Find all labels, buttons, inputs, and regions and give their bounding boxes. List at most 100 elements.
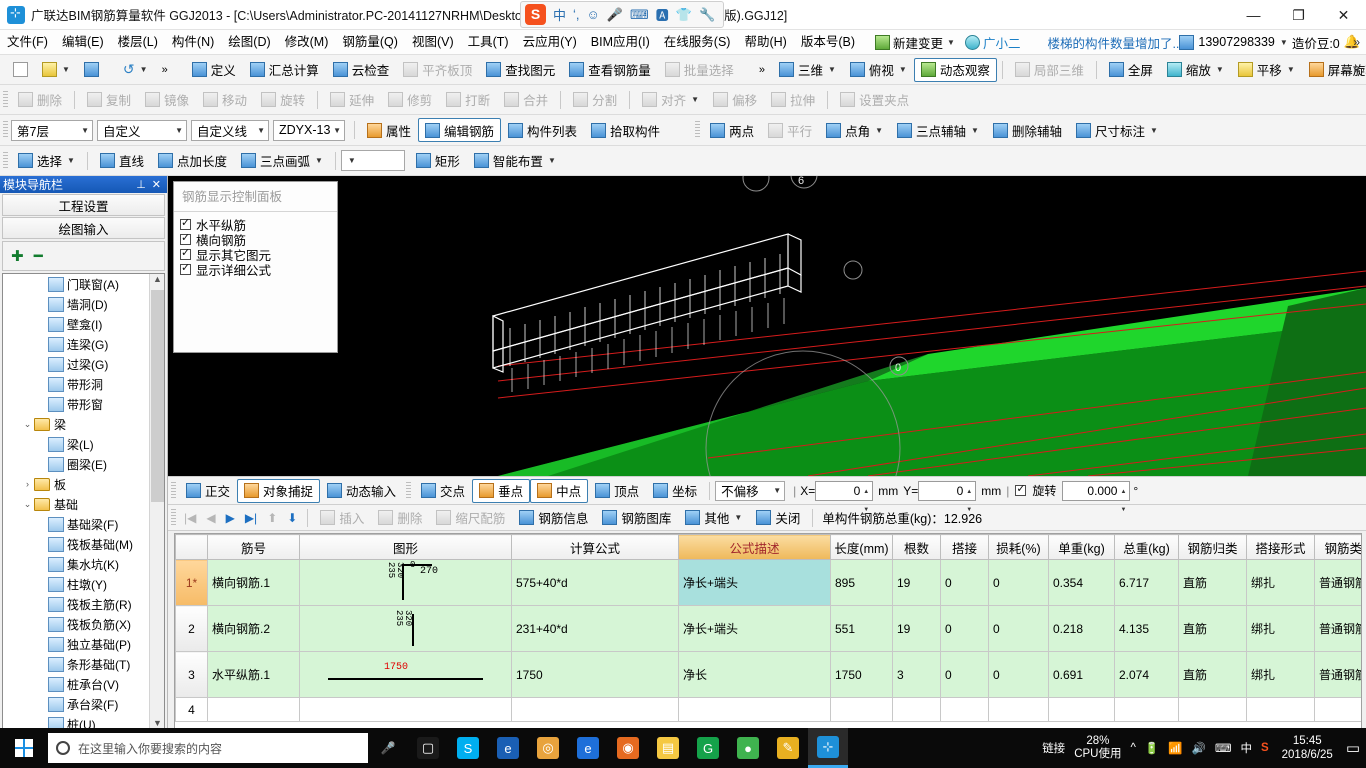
- 3d-viewport[interactable]: 6 0 钢筋显示控制面板 水平纵筋横向钢筋显示其它图元显示详细公式: [168, 176, 1366, 476]
- grid-nav-2[interactable]: ▶: [221, 511, 240, 525]
- menu-item-e7bc96e8be91(e)[interactable]: 编辑(E): [55, 30, 111, 55]
- cell-description[interactable]: [678, 697, 831, 722]
- sidebar-button-drawing-input[interactable]: 绘图输入: [2, 217, 165, 239]
- table-row[interactable]: 3 水平纵筋.1 1750 1750 净长 1750 3 0 0 0.691 2.074 直筋 绑扎 普通…: [175, 651, 1361, 698]
- view-item-e7bca9e694be[interactable]: 缩放 ▼: [1160, 58, 1231, 82]
- cell-category[interactable]: 直筋: [1178, 651, 1247, 698]
- snap-item-e59e82e782b9[interactable]: 垂点: [472, 478, 531, 503]
- toolbar-item-e4ba91e6a380e69fa5[interactable]: 云检查: [326, 58, 397, 82]
- ime-skin-icon[interactable]: 👕: [676, 7, 692, 23]
- battery-icon[interactable]: 🔋: [1145, 741, 1159, 755]
- chevron-down-icon[interactable]: ▼: [691, 95, 699, 104]
- table-header-item-e690ade68ea5[interactable]: 搭接: [940, 534, 989, 560]
- tree-scrollbar[interactable]: ▲ ▼: [149, 274, 164, 733]
- cpu-usage-indicator[interactable]: 28% CPU使用: [1074, 735, 1121, 761]
- taskbar-notes-icon[interactable]: ✎: [768, 728, 808, 768]
- cell-category[interactable]: 直筋: [1178, 559, 1247, 606]
- menu-item-e59ca8e7babfe69c8de58aa1(s)[interactable]: 在线服务(S): [657, 30, 738, 55]
- cell-total-weight[interactable]: [1114, 697, 1179, 722]
- table-row[interactable]: 4: [175, 697, 1361, 722]
- menu-item-e5b7a5e585b7(t)[interactable]: 工具(T): [461, 30, 516, 55]
- cell-lap-form[interactable]: 绑扎: [1246, 559, 1315, 606]
- menu-overflow-button[interactable]: »: [1353, 35, 1360, 49]
- chevron-down-icon[interactable]: ▼: [348, 156, 356, 165]
- close-button[interactable]: ✕: [1321, 0, 1366, 30]
- tree-item-item-e6a281[interactable]: ⌄ 梁: [3, 414, 149, 434]
- axis-item-e4b8a4e782b9[interactable]: 两点: [703, 118, 761, 142]
- chevron-down-icon[interactable]: ▼: [140, 65, 148, 74]
- menu-item-e69e84e4bbb6(n)[interactable]: 构件(N): [165, 30, 221, 55]
- tree-item-item-e5a381e9be9b(i)[interactable]: 壁龛(I): [3, 314, 149, 334]
- taskbar-explorer-icon[interactable]: ▤: [648, 728, 688, 768]
- table-header-item-e6a0b9e695b0[interactable]: 根数: [892, 534, 941, 560]
- axis-item-e5b9b3e8a18c[interactable]: 平行: [761, 118, 819, 142]
- menu-item-bime5ba94e794a8(i)[interactable]: BIM应用(I): [584, 30, 657, 55]
- table-header-item-e7ad8be58fb7[interactable]: 筋号: [207, 534, 300, 560]
- cell-category[interactable]: [1178, 697, 1247, 722]
- toolbar-item-e6b187e680bbe8aea1e7ae97[interactable]: 汇总计算: [243, 58, 326, 82]
- grid-item-e7bca9e5b0bae9858de7ad8b[interactable]: 缩尺配筋: [429, 506, 512, 530]
- tree-item-item-e7ad8fe69dbfe4b8bbe7ad8b(r)[interactable]: 筏板主筋(R): [3, 594, 149, 614]
- cell-rebar-type[interactable]: 普通钢筋: [1314, 605, 1361, 652]
- arc-style-selector[interactable]: ▼: [340, 150, 405, 171]
- tree-item-item-e6a281(l)[interactable]: 梁(L): [3, 434, 149, 454]
- chevron-down-icon[interactable]: ▼: [875, 126, 883, 135]
- new-file-button[interactable]: [6, 58, 35, 82]
- cell-shape[interactable]: [299, 697, 512, 722]
- cell-length[interactable]: 1750: [830, 651, 893, 698]
- taskbar-edge-icon[interactable]: e: [568, 728, 608, 768]
- taskbar-edge-legacy-icon[interactable]: e: [488, 728, 528, 768]
- tray-expand-icon[interactable]: ^: [1130, 742, 1135, 754]
- offset-mode-selector[interactable]: 不偏移 ▼: [715, 480, 786, 501]
- taskbar-skype-icon[interactable]: S: [448, 728, 488, 768]
- toolbar-item-e5ae9ae4b989[interactable]: 定义: [185, 58, 243, 82]
- chevron-down-icon[interactable]: ▼: [175, 126, 183, 135]
- scrollbar-thumb[interactable]: [151, 290, 164, 502]
- cell-count[interactable]: [892, 697, 941, 722]
- tree-item-item-e69da1e5bda2e59fbae7a180(t)[interactable]: 条形基础(T): [3, 654, 149, 674]
- draw-item-e79fa9e5bda2[interactable]: 矩形: [409, 149, 467, 173]
- cell-loss[interactable]: 0: [988, 559, 1049, 606]
- cell-total-weight[interactable]: 6.717: [1114, 559, 1179, 606]
- rotate-checkbox[interactable]: [1015, 482, 1027, 496]
- cell-rebar-type[interactable]: 普通钢筋: [1314, 651, 1361, 698]
- chevron-down-icon[interactable]: ▼: [62, 65, 70, 74]
- chevron-down-icon[interactable]: ▼: [257, 126, 265, 135]
- edit-item-e8aebee7bdaee5a4b9e782b9[interactable]: 设置夹点: [833, 88, 916, 112]
- pin-icon[interactable]: ⊥: [136, 178, 146, 191]
- tree-item-item-e5a299e6b49e(d)[interactable]: 墙洞(D): [3, 294, 149, 314]
- comp-item-e7bc96e8be91e992a2e7ad8b[interactable]: 编辑钢筋: [418, 118, 502, 142]
- comp-item-e68bbee58f96e69e84e4bbb6[interactable]: 拾取构件: [584, 118, 667, 142]
- keyboard-icon[interactable]: ⌨: [1215, 741, 1232, 755]
- ime-punctuation-icon[interactable]: ʻ,: [573, 7, 580, 22]
- row-number-cell[interactable]: 2: [175, 605, 208, 652]
- assistant-button[interactable]: 广小二: [960, 33, 1026, 52]
- axis-item-e4b889e782b9e8be85e8bdb4[interactable]: 三点辅轴 ▼: [890, 118, 986, 142]
- ime-emoji-icon[interactable]: ☺: [587, 7, 600, 22]
- table-header-item-e680bbe9878d(kg)[interactable]: 总重(kg): [1114, 534, 1179, 560]
- draw-item-e79bb4e7babf[interactable]: 直线: [93, 149, 151, 173]
- toolbar-grip[interactable]: [3, 90, 8, 109]
- cell-loss[interactable]: [988, 697, 1049, 722]
- tree-item-item-e7ad8fe69dbfe8b49fe7ad8b(x)[interactable]: 筏板负筋(X): [3, 614, 149, 634]
- tree-item-item-e8bf87e6a281(g)[interactable]: 过梁(G): [3, 354, 149, 374]
- draw-item-e98089e68ba9[interactable]: 选择 ▼: [11, 149, 82, 173]
- snap-item-e4b8ade782b9[interactable]: 中点: [530, 478, 589, 503]
- menu-item-e78988e69cace58fb7(b)[interactable]: 版本号(B): [794, 30, 862, 55]
- tree-item-item-e6a1a9e689bfe58fb0(v)[interactable]: 桩承台(V): [3, 674, 149, 694]
- table-header-item-e690ade68ea5e5bda2e5bc8f[interactable]: 搭接形式: [1246, 534, 1315, 560]
- toolbar-grip[interactable]: [171, 481, 176, 500]
- tree-item-item-e59fbae7a180e6a281(f)[interactable]: 基础梁(F): [3, 514, 149, 534]
- taskbar-task-view-icon[interactable]: ▢: [408, 728, 448, 768]
- tree-item-item-e69fb1e5a2a9(y)[interactable]: 柱墩(Y): [3, 574, 149, 594]
- edit-item-e59088e5b9b6[interactable]: 合并: [497, 88, 555, 112]
- cell-lap[interactable]: 0: [940, 651, 989, 698]
- cell-rebar-type[interactable]: [1314, 697, 1361, 722]
- sogou-tray-icon[interactable]: S: [1261, 742, 1269, 754]
- menu-item-e4ba91e5ba94e794a8(y)[interactable]: 云应用(Y): [516, 30, 584, 55]
- toolbar1b-overflow[interactable]: »: [752, 58, 772, 82]
- volume-icon[interactable]: 🔊: [1192, 741, 1206, 755]
- table-header-item-e59bbee5bda2[interactable]: 图形: [299, 534, 512, 560]
- cell-lap[interactable]: 0: [940, 605, 989, 652]
- undo-button[interactable]: ↺ ▼: [116, 58, 155, 82]
